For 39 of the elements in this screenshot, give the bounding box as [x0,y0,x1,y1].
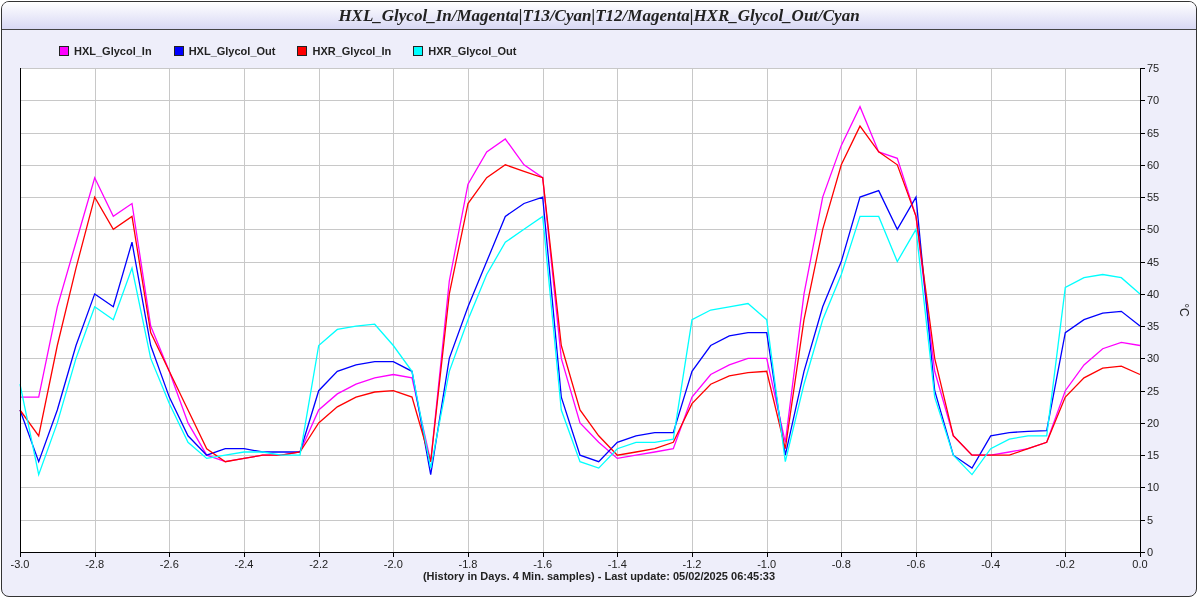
y-tick-label: 35 [1147,320,1160,333]
y-axis-title: °C [1177,303,1191,317]
legend-label: HXR_Glycol_Out [428,45,517,57]
x-tick-label: -0.8 [831,558,851,570]
y-tick-label: 15 [1147,449,1160,462]
legend-label: HXR_Glycol_In [312,45,392,57]
x-tick-label: -0.6 [906,558,926,570]
x-tick-label: -2.6 [159,558,179,570]
x-tick-label: -1.2 [682,558,702,570]
y-tick-label: 50 [1147,223,1160,236]
y-tick-label: 60 [1147,158,1160,171]
x-tick-label: 0.0 [1132,558,1148,570]
y-tick-label: 70 [1147,94,1160,107]
x-tick-label: -1.6 [533,558,553,570]
x-tick-label: -0.4 [981,558,1001,570]
legend-label: HXL_Glycol_Out [188,45,276,57]
y-tick-label: 20 [1147,416,1160,429]
y-tick-label: 65 [1147,126,1160,139]
x-tick-label: -1.0 [757,558,777,570]
x-tick-label: -2.0 [383,558,403,570]
y-tick-label: 75 [1147,62,1160,74]
x-tick-label: -1.4 [607,558,627,570]
x-tick-label: -2.2 [309,558,329,570]
x-tick-label: -2.8 [85,558,105,570]
x-tick-label: -3.0 [10,558,30,570]
x-tick-label: -0.2 [1055,558,1075,570]
y-tick-label: 55 [1147,191,1160,204]
x-tick-label: -2.4 [234,558,254,570]
y-tick-label: 45 [1147,255,1160,268]
y-tick-label: 40 [1147,287,1160,300]
y-tick-label: 30 [1147,352,1160,365]
x-tick-label: -1.8 [458,558,478,570]
y-tick-label: 5 [1147,513,1154,526]
x-axis-title: (History in Days. 4 Min. samples) - Last update: 05/02/2025 06:45:33 [421,570,777,582]
window-title: HXL_Glycol_In/Magenta|T13/Cyan|T12/Magenta|HXR_Glycol_Out/Cyan [338,5,860,26]
y-tick-label: 25 [1147,384,1160,397]
legend-label: HXL_Glycol_In [74,45,152,57]
y-tick-label: 10 [1147,481,1160,494]
y-tick-label: 0 [1147,546,1154,558]
